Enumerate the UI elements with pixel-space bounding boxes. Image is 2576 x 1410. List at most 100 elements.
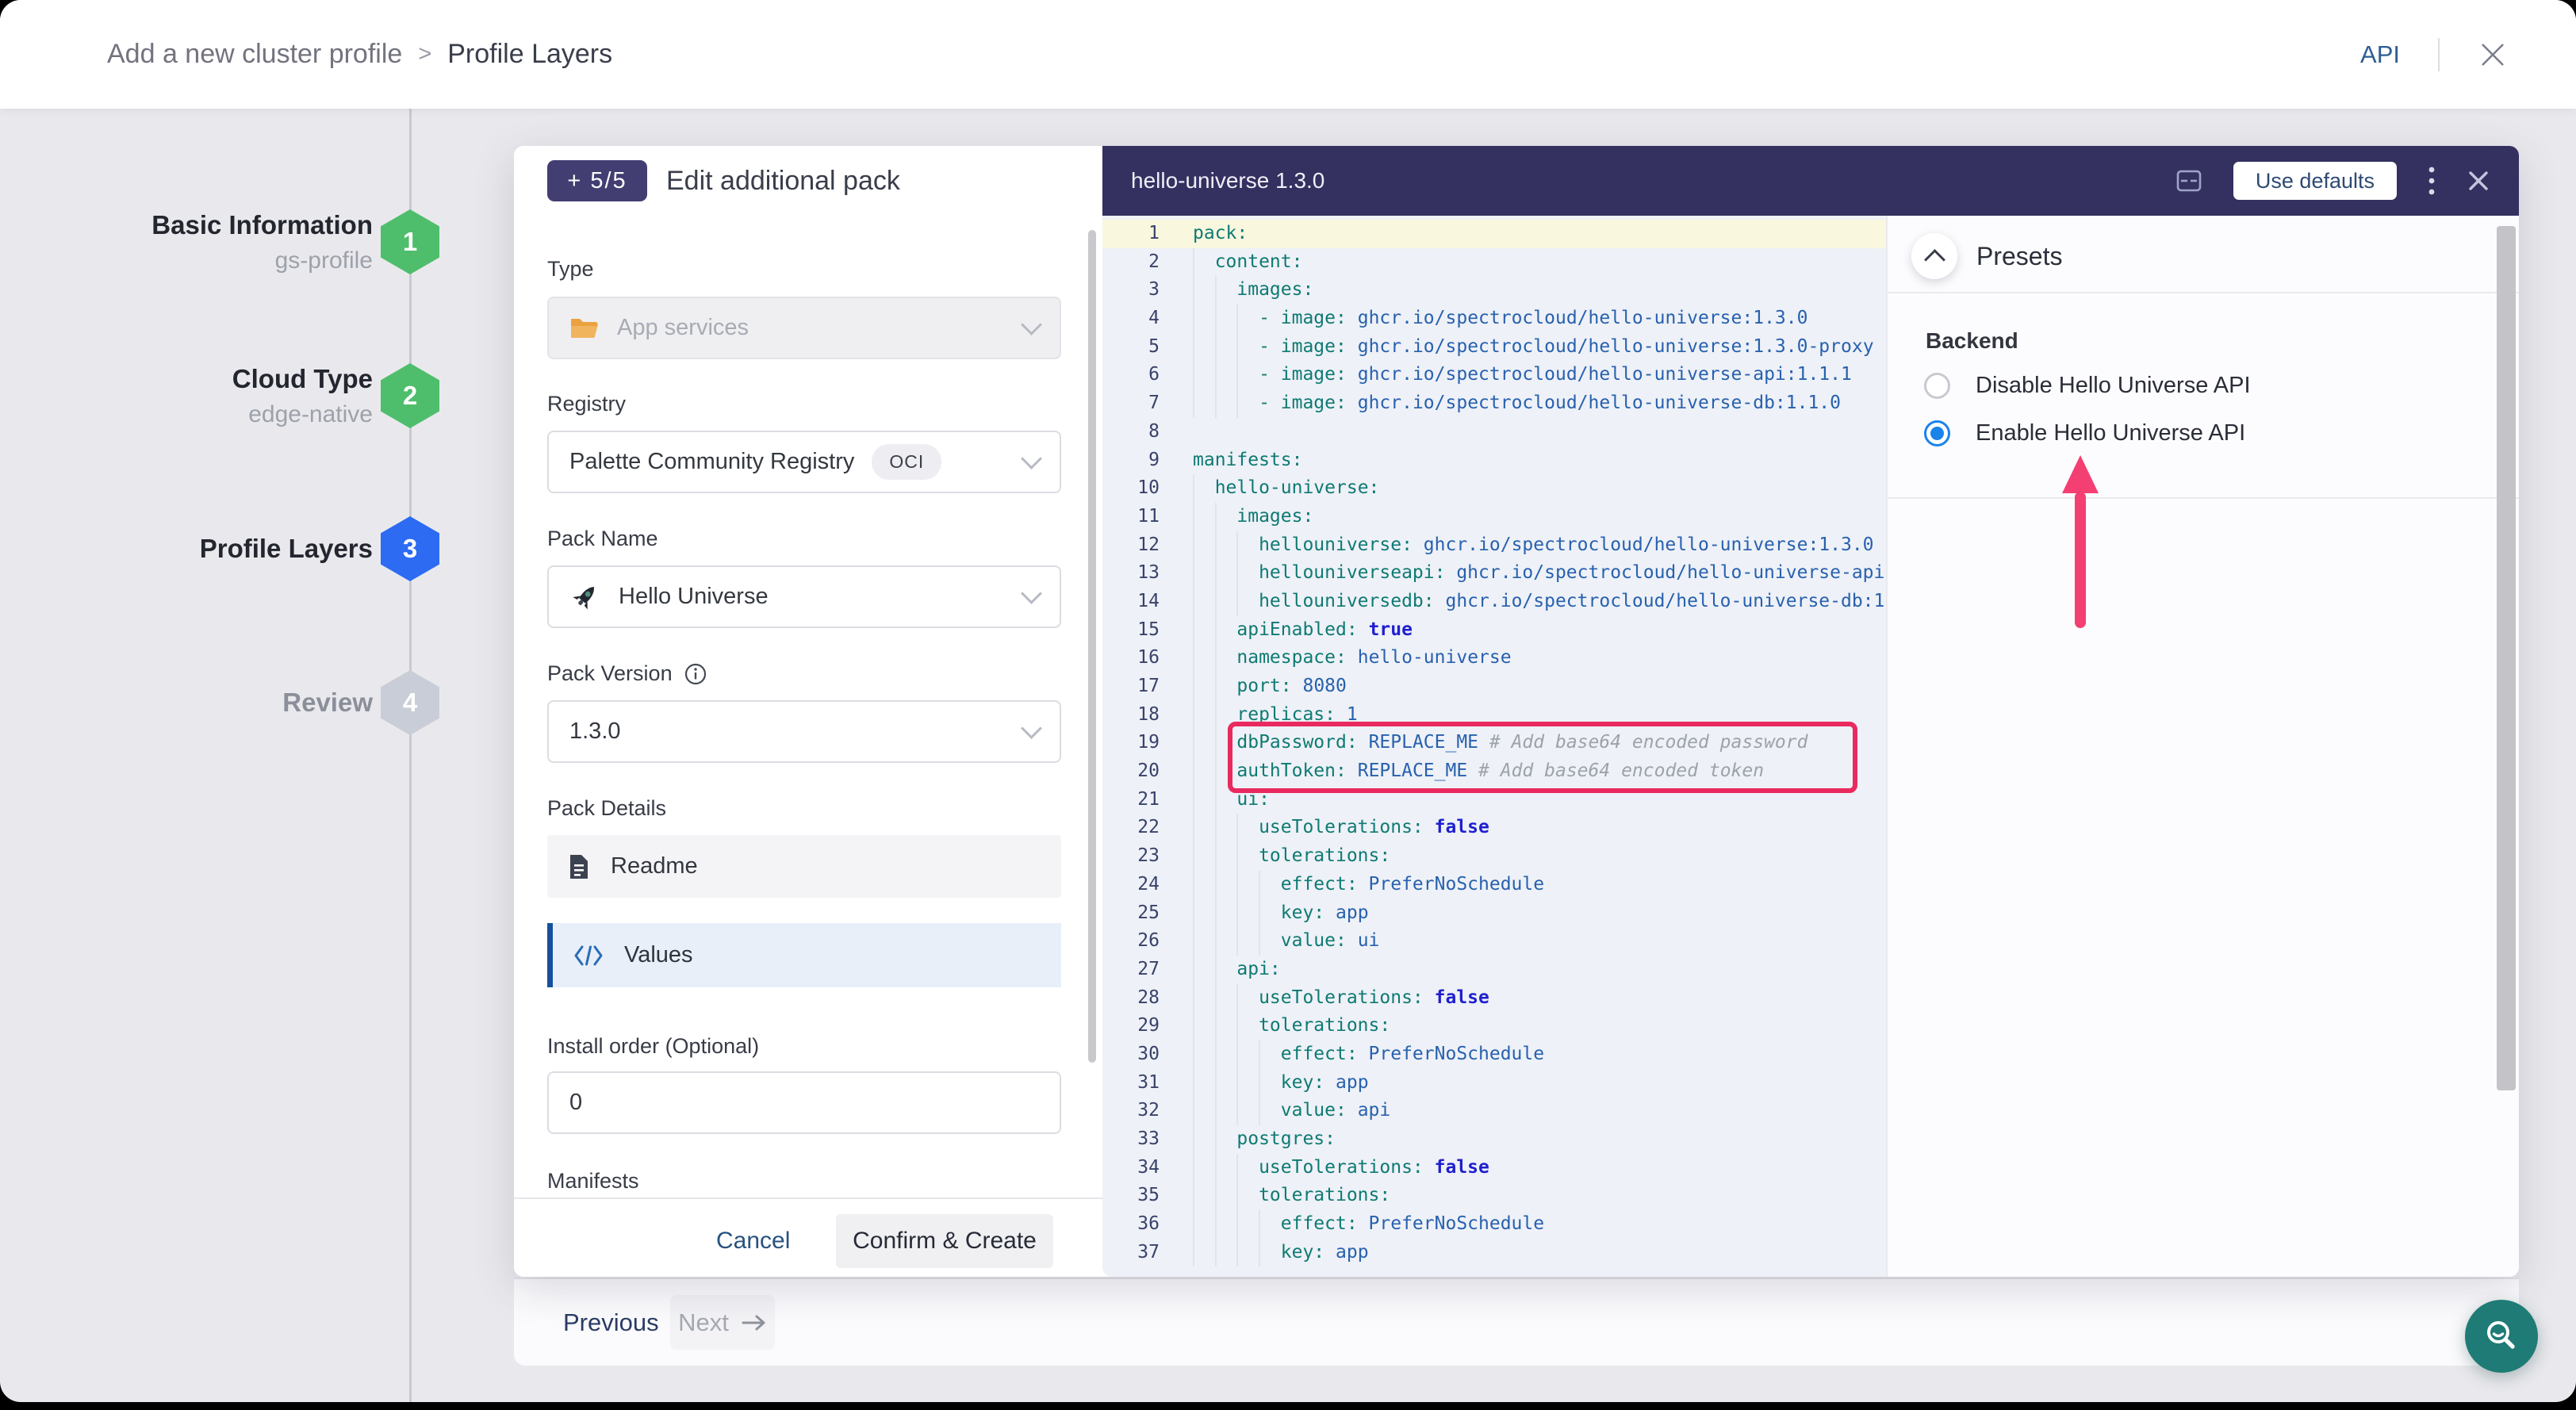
pack-count-badge: + 5/5	[547, 160, 647, 201]
document-icon	[568, 853, 590, 880]
registry-select[interactable]: Palette Community Registry OCI	[547, 431, 1061, 493]
presets-title: Presets	[1976, 242, 2062, 271]
folder-icon	[569, 316, 600, 341]
code-line: 26 value: ui	[1102, 927, 1886, 956]
install-order-input[interactable]	[547, 1071, 1061, 1134]
code-line: 22 useTolerations: false	[1102, 814, 1886, 842]
type-select[interactable]: App services	[547, 297, 1061, 359]
confirm-create-button[interactable]: Confirm & Create	[836, 1214, 1053, 1268]
radio-label: Disable Hello Universe API	[1976, 373, 2251, 399]
backend-group-label: Backend	[1926, 328, 2018, 354]
editor-header: hello-universe 1.3.0 Use defaults	[1102, 146, 2519, 216]
step-cloud-type-hexagon[interactable]: 2	[381, 363, 439, 428]
step-sublabel: edge-native	[0, 401, 373, 428]
code-line: 9manifests:	[1102, 446, 1886, 475]
editor-scrollbar[interactable]	[2497, 226, 2516, 1090]
tab-values-label: Values	[624, 942, 693, 968]
code-line: 25 key: app	[1102, 899, 1886, 928]
step-profile-layers-hexagon[interactable]: 3	[381, 516, 439, 581]
next-button-label: Next	[678, 1308, 729, 1337]
chevron-down-icon	[1021, 448, 1042, 469]
previous-button[interactable]: Previous	[563, 1279, 659, 1366]
form-scrollbar[interactable]	[1088, 230, 1096, 1063]
code-line: 31 key: app	[1102, 1069, 1886, 1098]
step-review-hexagon[interactable]: 4	[381, 670, 439, 735]
presets-collapse-button[interactable]	[1911, 233, 1957, 279]
wizard-stepper: Basic Information gs-profile 1 Cloud Typ…	[0, 109, 514, 1402]
chevron-up-icon	[1924, 249, 1945, 270]
pack-version-label: Pack Version	[547, 661, 707, 686]
annotation-arrow-up	[2061, 455, 2099, 630]
code-line: 1pack:	[1102, 220, 1886, 248]
pack-version-select[interactable]: 1.3.0	[547, 700, 1061, 763]
step-cloud-type-labels: Cloud Type edge-native	[0, 363, 373, 428]
code-line: 23 tolerations:	[1102, 842, 1886, 871]
next-button[interactable]: Next	[670, 1295, 775, 1350]
code-line: 13 hellouniverseapi: ghcr.io/spectroclou…	[1102, 559, 1886, 588]
chevron-down-icon	[1021, 718, 1042, 739]
radio-enable-hello-universe-api[interactable]: Enable Hello Universe API	[1924, 420, 2245, 446]
code-line: 34 useTolerations: false	[1102, 1154, 1886, 1182]
code-line: 12 hellouniverse: ghcr.io/spectrocloud/h…	[1102, 531, 1886, 560]
wizard-footer: Previous Next	[514, 1278, 2519, 1366]
code-line: 27 api:	[1102, 956, 1886, 984]
code-line: 33 postgres:	[1102, 1125, 1886, 1154]
pack-name-select[interactable]: Hello Universe	[547, 565, 1061, 628]
code-line: 36 effect: PreferNoSchedule	[1102, 1210, 1886, 1239]
code-line: 15 apiEnabled: true	[1102, 616, 1886, 645]
edit-pack-modal: + 5/5 Edit additional pack Type App serv…	[514, 146, 2519, 1277]
api-link[interactable]: API	[2360, 40, 2400, 69]
breadcrumb: Add a new cluster profile > Profile Laye…	[107, 0, 612, 109]
close-icon[interactable]	[2478, 40, 2508, 70]
info-icon[interactable]	[684, 662, 707, 686]
code-line: 4 - image: ghcr.io/spectrocloud/hello-un…	[1102, 305, 1886, 333]
tab-values[interactable]: Values	[547, 923, 1061, 987]
stepper-connector-line	[409, 109, 412, 1402]
breadcrumb-parent-link[interactable]: Add a new cluster profile	[107, 39, 402, 70]
type-label: Type	[547, 257, 594, 282]
editor-close-icon[interactable]	[2467, 169, 2490, 193]
editor-title: hello-universe 1.3.0	[1131, 168, 1324, 193]
yaml-code-area[interactable]: 1pack:2 content:3 images:4 - image: ghcr…	[1102, 216, 1886, 1277]
search-fab-button[interactable]	[2465, 1300, 2538, 1373]
code-line: 10 hello-universe:	[1102, 474, 1886, 503]
radio-icon[interactable]	[1924, 420, 1950, 446]
step-basic-information-hexagon[interactable]: 1	[381, 209, 439, 274]
radio-icon[interactable]	[1924, 373, 1950, 399]
split-view-icon[interactable]	[2175, 167, 2203, 195]
topbar-divider	[2438, 38, 2440, 71]
tab-readme[interactable]: Readme	[547, 835, 1061, 898]
annotation-highlight-box	[1228, 722, 1857, 793]
code-line: 3 images:	[1102, 276, 1886, 305]
presets-divider	[1888, 497, 2519, 499]
code-line: 17 port: 8080	[1102, 672, 1886, 701]
radio-disable-hello-universe-api[interactable]: Disable Hello Universe API	[1924, 373, 2251, 399]
top-bar: Add a new cluster profile > Profile Laye…	[0, 0, 2576, 109]
code-line: 14 hellouniversedb: ghcr.io/spectrocloud…	[1102, 588, 1886, 616]
code-line: 8	[1102, 418, 1886, 446]
tab-readme-label: Readme	[611, 853, 698, 879]
page-title: Profile Layers	[447, 39, 612, 70]
form-footer-divider	[514, 1197, 1102, 1199]
pack-name-value: Hello Universe	[619, 584, 769, 610]
hello-universe-logo-icon	[569, 581, 601, 613]
chevron-down-icon	[1021, 583, 1042, 604]
step-label: Review	[0, 687, 373, 718]
chevron-down-icon	[1021, 314, 1042, 335]
step-review-labels: Review	[0, 670, 373, 735]
use-defaults-button[interactable]: Use defaults	[2233, 162, 2397, 200]
step-number: 4	[403, 688, 417, 718]
presets-divider	[1888, 292, 2519, 293]
type-value: App services	[617, 315, 749, 341]
code-line: 35 tolerations:	[1102, 1182, 1886, 1210]
kebab-menu-icon[interactable]	[2427, 165, 2436, 197]
code-line: 30 effect: PreferNoSchedule	[1102, 1040, 1886, 1069]
code-brackets-icon	[573, 944, 604, 967]
code-line: 2 content:	[1102, 248, 1886, 277]
cancel-button[interactable]: Cancel	[716, 1214, 790, 1268]
pack-version-label-text: Pack Version	[547, 661, 673, 686]
code-line: 32 value: api	[1102, 1097, 1886, 1125]
code-line: 29 tolerations:	[1102, 1012, 1886, 1040]
palette-app-window: Add a new cluster profile > Profile Laye…	[0, 0, 2576, 1402]
step-basic-information-labels: Basic Information gs-profile	[0, 209, 373, 274]
